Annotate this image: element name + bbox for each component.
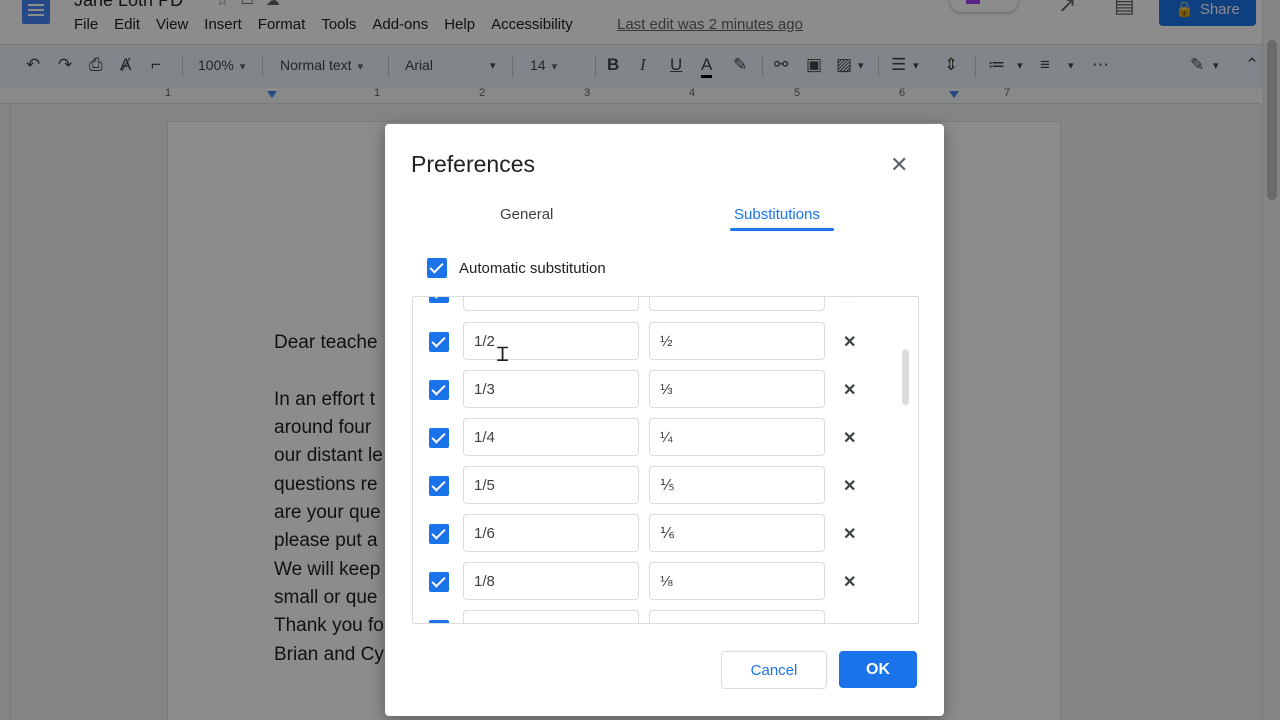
substitution-checkbox[interactable] xyxy=(429,620,449,623)
substitution-list-scrollbar[interactable] xyxy=(902,349,909,405)
automatic-substitution-label: Automatic substitution xyxy=(459,259,606,277)
delete-substitution-icon[interactable]: ✕ xyxy=(843,524,856,544)
replace-field[interactable]: 1/4 xyxy=(463,418,639,456)
cancel-button[interactable]: Cancel xyxy=(721,651,827,689)
tab-substitutions[interactable]: Substitutions xyxy=(734,206,820,223)
delete-substitution-icon[interactable]: ✕ xyxy=(843,428,856,448)
with-field[interactable]: ⅕ xyxy=(649,466,825,504)
delete-substitution-icon[interactable]: ✕ xyxy=(843,476,856,496)
substitution-row xyxy=(413,610,918,623)
substitution-row: ... … ✕ xyxy=(413,297,918,313)
with-field[interactable]: ⅙ xyxy=(649,514,825,552)
substitution-list[interactable]: ... … ✕ 1/2 ½ ✕ 1/3 ⅓ ✕ 1/4 ¼ ✕ 1/5 ⅕ ✕ xyxy=(412,296,919,624)
substitution-checkbox[interactable] xyxy=(429,428,449,448)
replace-field[interactable]: ... xyxy=(463,297,639,311)
substitution-row: 1/2 ½ ✕ xyxy=(413,322,918,362)
automatic-substitution-checkbox[interactable] xyxy=(427,258,447,278)
text-cursor-icon: Ɪ xyxy=(497,344,509,366)
replace-field[interactable]: 1/8 xyxy=(463,562,639,600)
replace-field[interactable]: 1/2 xyxy=(463,322,639,360)
substitution-row: 1/5 ⅕ ✕ xyxy=(413,466,918,506)
substitution-checkbox[interactable] xyxy=(429,297,449,303)
tab-general[interactable]: General xyxy=(500,206,553,223)
with-field[interactable]: ½ xyxy=(649,322,825,360)
substitution-checkbox[interactable] xyxy=(429,380,449,400)
with-field[interactable]: ⅛ xyxy=(649,562,825,600)
substitution-row: 1/8 ⅛ ✕ xyxy=(413,562,918,602)
preferences-dialog: Preferences ✕ General Substitutions Auto… xyxy=(385,124,944,716)
automatic-substitution-row: Automatic substitution xyxy=(427,258,606,278)
substitution-row: 1/6 ⅙ ✕ xyxy=(413,514,918,554)
with-field[interactable]: ¼ xyxy=(649,418,825,456)
close-icon[interactable]: ✕ xyxy=(890,152,908,178)
delete-substitution-icon[interactable]: ✕ xyxy=(843,572,856,592)
replace-field[interactable]: 1/6 xyxy=(463,514,639,552)
replace-field[interactable]: 1/5 xyxy=(463,466,639,504)
replace-field[interactable]: 1/3 xyxy=(463,370,639,408)
substitution-row: 1/3 ⅓ ✕ xyxy=(413,370,918,410)
delete-substitution-icon[interactable]: ✕ xyxy=(843,332,856,352)
substitution-checkbox[interactable] xyxy=(429,524,449,544)
substitution-checkbox[interactable] xyxy=(429,572,449,592)
with-field[interactable]: ⅓ xyxy=(649,370,825,408)
substitution-checkbox[interactable] xyxy=(429,332,449,352)
delete-substitution-icon[interactable]: ✕ xyxy=(843,380,856,400)
replace-field[interactable] xyxy=(463,610,639,623)
with-field[interactable] xyxy=(649,610,825,623)
substitution-row: 1/4 ¼ ✕ xyxy=(413,418,918,458)
with-field[interactable]: … xyxy=(649,297,825,311)
dialog-title: Preferences xyxy=(411,151,536,177)
ok-button[interactable]: OK xyxy=(839,651,917,688)
substitution-checkbox[interactable] xyxy=(429,476,449,496)
delete-substitution-icon[interactable]: ✕ xyxy=(843,297,856,303)
active-tab-indicator xyxy=(730,228,834,231)
